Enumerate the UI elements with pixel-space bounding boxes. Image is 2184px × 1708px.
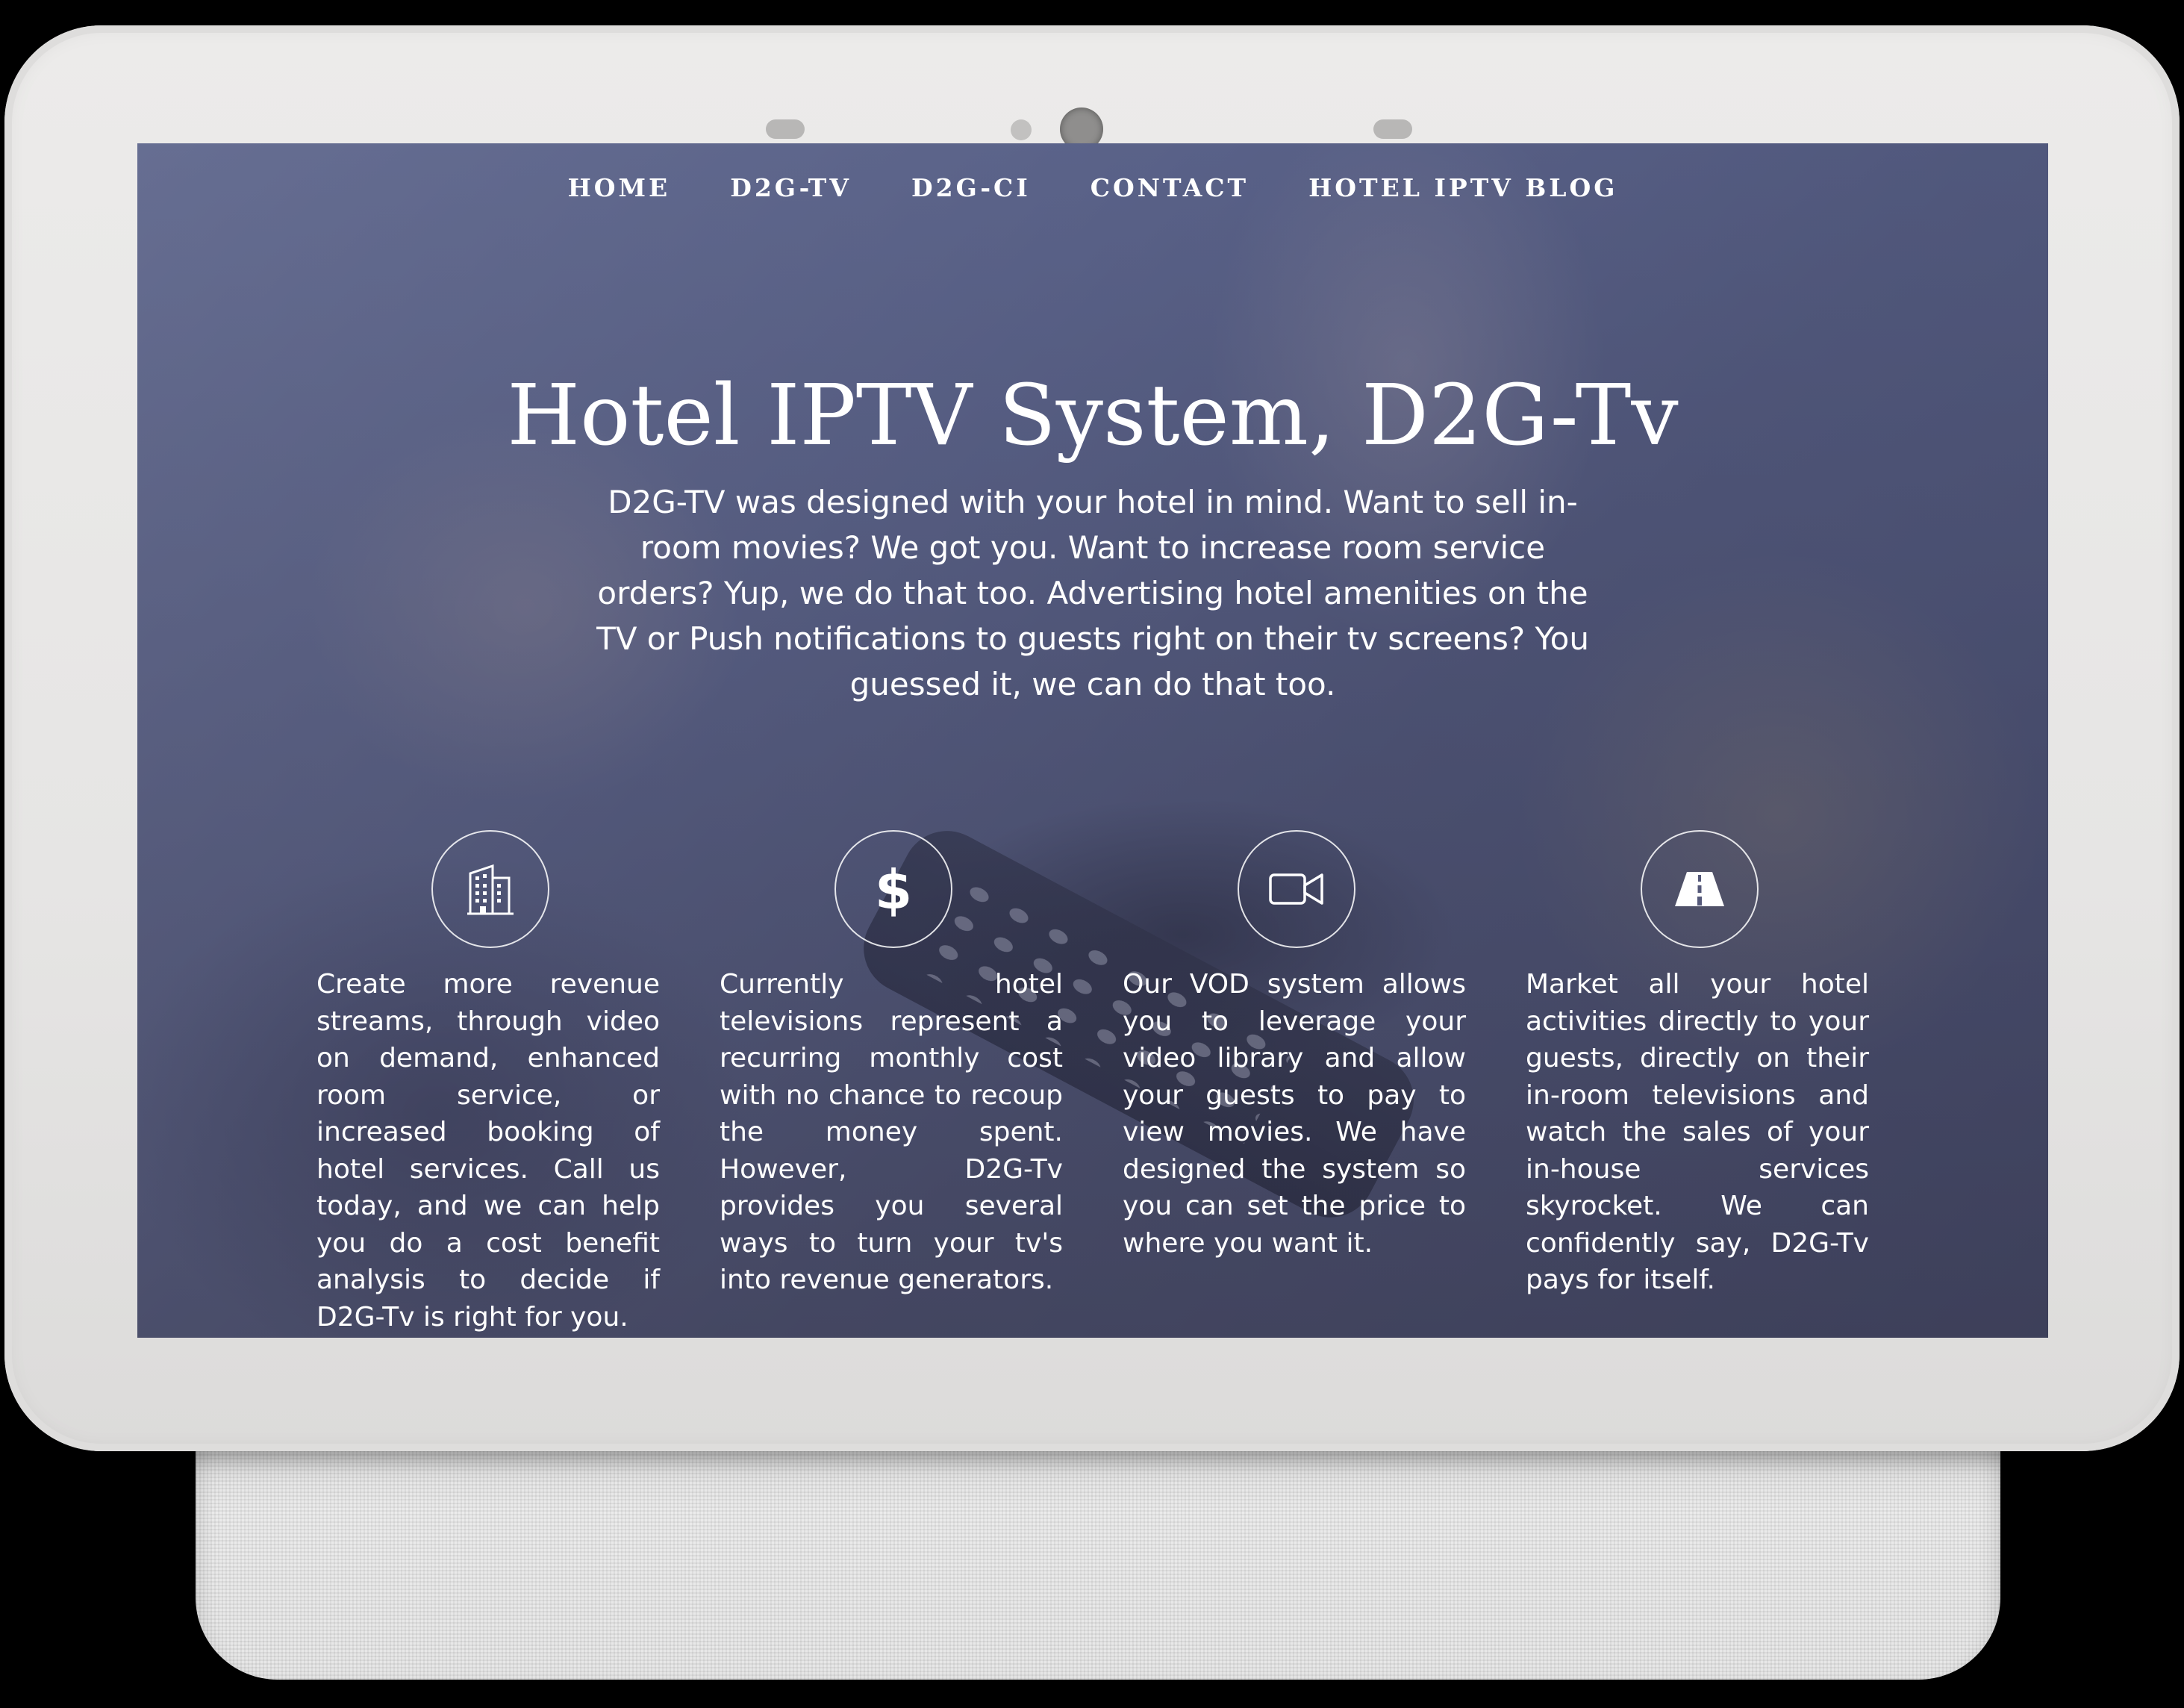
main-navigation: HOME D2G-TV D2G-CI CONTACT HOTEL IPTV BL… [137,173,2048,202]
nav-contact[interactable]: CONTACT [1091,173,1249,202]
feature-text: Our VOD system allows you to leverage yo… [1123,969,1466,1259]
road-icon [1641,830,1759,948]
nav-d2g-tv[interactable]: D2G-TV [730,173,852,202]
smart-display-device: HOME D2G-TV D2G-CI CONTACT HOTEL IPTV BL… [0,0,2184,1708]
feature-text: Create more revenue streams, through vid… [316,969,660,1333]
nav-home[interactable]: HOME [568,173,671,202]
dollar-icon: $ [834,830,952,948]
mic-indicator [1011,119,1032,140]
speaker-base [196,1418,2000,1680]
nav-d2g-ci[interactable]: D2G-CI [911,173,1031,202]
hero-description: D2G-TV was designed with your hotel in m… [596,484,1589,702]
light-sensor [766,119,805,139]
nav-hotel-iptv-blog[interactable]: HOTEL IPTV BLOG [1308,173,1617,202]
svg-text:$: $ [875,861,912,917]
light-sensor-right [1373,119,1412,139]
feature-text: Market all your hotel activities directl… [1526,969,1869,1295]
feature-text: Currently hotel televisions represent a … [720,969,1063,1295]
page-title: Hotel IPTV System, D2G-Tv [507,367,1679,464]
video-camera-icon [1238,830,1355,948]
website-screen: HOME D2G-TV D2G-CI CONTACT HOTEL IPTV BL… [137,143,2048,1338]
building-icon [431,830,549,948]
